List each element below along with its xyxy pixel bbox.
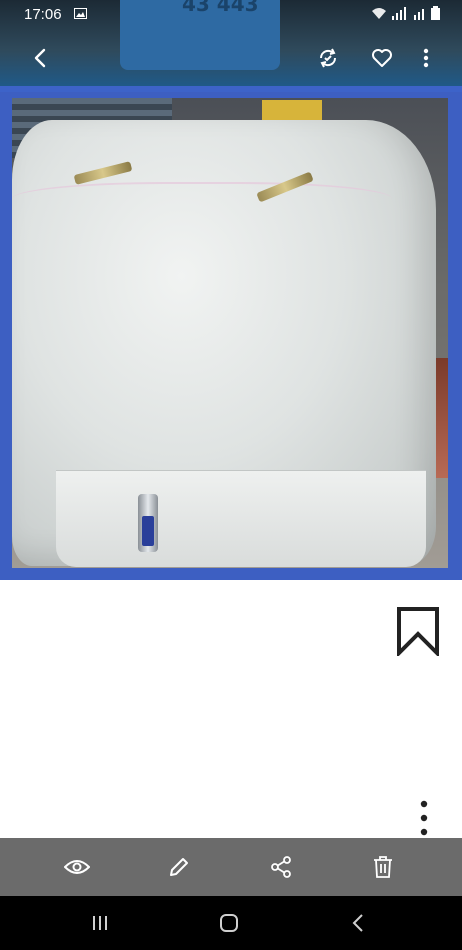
box-base xyxy=(56,470,426,567)
share-button[interactable] xyxy=(266,852,296,882)
rotate-icon xyxy=(319,48,337,68)
favorite-button[interactable] xyxy=(368,44,396,72)
rotate-button[interactable] xyxy=(314,44,342,72)
delete-icon xyxy=(374,856,392,878)
lid-edge xyxy=(12,182,392,224)
signal-icon-2 xyxy=(414,9,424,20)
edit-button[interactable] xyxy=(164,852,194,882)
recents-button[interactable] xyxy=(80,910,120,936)
box-latch xyxy=(138,494,158,552)
back-button[interactable] xyxy=(26,44,54,72)
battery-icon xyxy=(431,6,440,20)
photo-content xyxy=(12,98,448,568)
eye-icon xyxy=(64,860,90,874)
app-bar xyxy=(0,36,462,80)
back-chevron-icon xyxy=(352,914,363,932)
more-vert-icon xyxy=(423,48,429,68)
main-photo[interactable] xyxy=(0,92,462,580)
status-bar: 17:06 xyxy=(0,0,462,28)
home-button[interactable] xyxy=(209,910,249,936)
status-time: 17:06 xyxy=(24,6,62,23)
system-back-button[interactable] xyxy=(338,910,378,936)
more-options-button[interactable] xyxy=(412,44,440,72)
recents-icon xyxy=(93,916,107,930)
bookmark-button[interactable] xyxy=(396,606,440,658)
edit-pencil-icon xyxy=(170,858,188,876)
more-vert-icon xyxy=(420,800,428,836)
background-yellow-object xyxy=(262,100,322,122)
view-button[interactable] xyxy=(62,852,92,882)
white-delivery-box xyxy=(12,120,436,567)
system-nav-bar xyxy=(0,896,462,950)
home-icon xyxy=(220,914,238,932)
details-more-button[interactable] xyxy=(412,798,436,838)
bookmark-icon xyxy=(397,607,439,658)
bottom-toolbar xyxy=(0,838,462,896)
hinge-left xyxy=(73,161,133,185)
share-icon xyxy=(271,856,291,878)
status-icons xyxy=(371,6,440,20)
back-arrow-icon xyxy=(34,48,46,68)
signal-icon xyxy=(392,7,406,20)
delete-button[interactable] xyxy=(368,852,398,882)
heart-icon xyxy=(372,49,392,67)
wifi-icon xyxy=(372,8,386,19)
gallery-notification-icon xyxy=(74,8,87,19)
